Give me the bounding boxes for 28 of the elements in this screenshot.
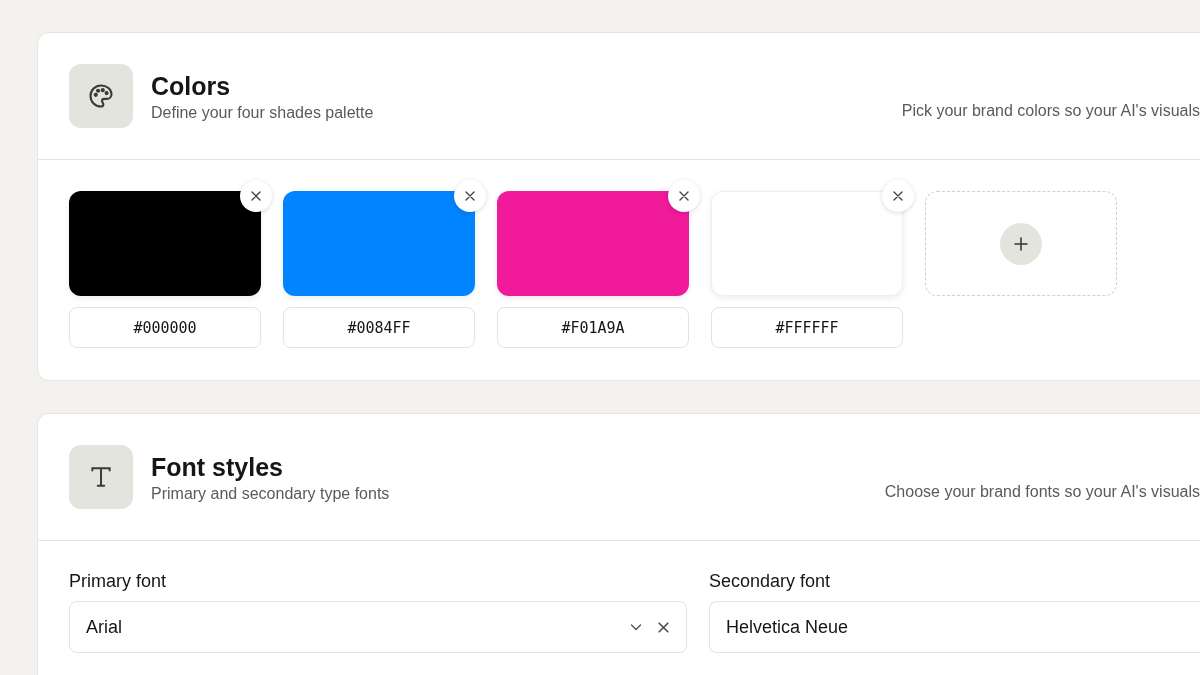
plus-icon [1000,222,1042,265]
section-description: Choose your brand fonts so your AI's visuals [884,483,1200,501]
remove-button[interactable] [240,180,272,212]
text-icon [69,445,133,509]
field-label: Primary font [69,571,168,592]
field-label: Secondary font [709,571,832,592]
clear-icon[interactable] [657,620,670,634]
hex-input[interactable]: #F01A9A [497,307,689,348]
section-title: Colors [151,71,232,102]
font-input[interactable]: Helvetica Neue [709,601,1200,653]
palette-icon [69,64,133,128]
color-swatch[interactable] [283,191,475,296]
section-subtitle: Define your four shades palette [151,104,375,122]
hex-input[interactable]: #000000 [69,307,261,348]
close-icon [892,190,904,202]
close-icon [250,190,262,202]
section-title: Font styles [151,452,284,483]
add-color-tile[interactable] [925,191,1117,296]
color-swatch[interactable] [497,191,689,296]
hex-input[interactable]: #0084FF [283,307,475,348]
font-select[interactable]: Arial [69,601,687,653]
section-description: Pick your brand colors so your AI's visuals [901,102,1200,120]
close-icon [678,190,690,202]
hex-input[interactable]: #FFFFFF [711,307,903,348]
close-icon [464,190,476,202]
color-swatch[interactable] [69,191,261,296]
color-swatch[interactable] [711,191,903,296]
section-subtitle: Primary and secondary type fonts [151,485,391,503]
